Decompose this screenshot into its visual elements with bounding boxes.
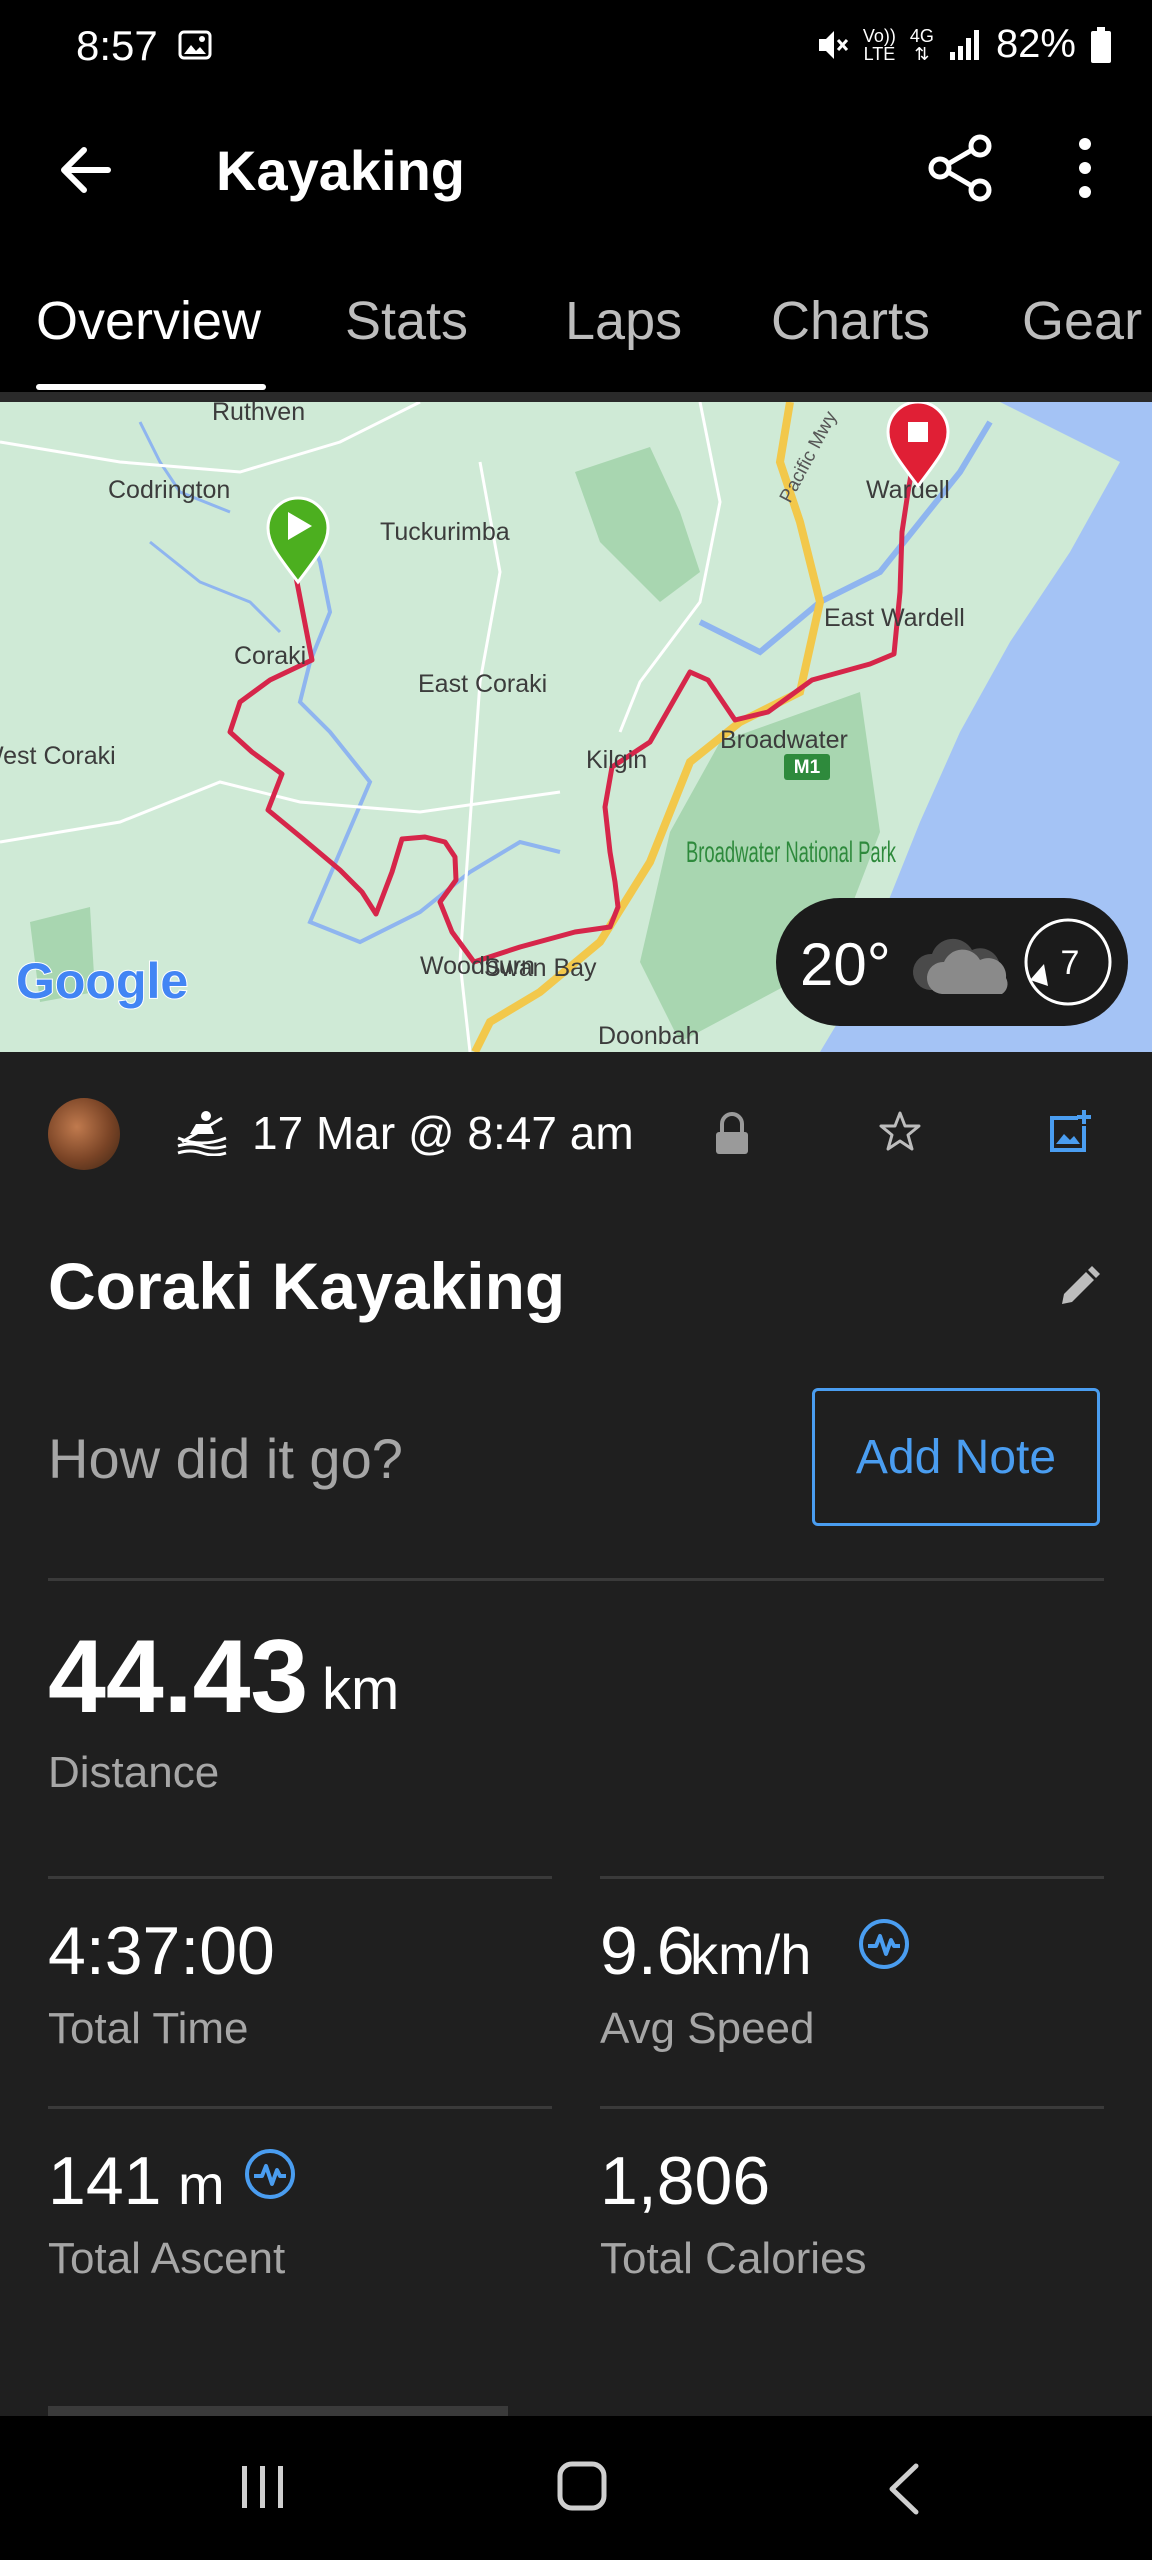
tab-laps[interactable]: Laps	[565, 290, 682, 352]
total-time-label: Total Time	[48, 2004, 249, 2053]
tab-gear[interactable]: Gear	[1022, 290, 1142, 352]
tab-stats[interactable]: Stats	[345, 290, 468, 352]
signal-icon	[949, 29, 979, 60]
total-ascent-value: 141	[48, 2143, 162, 2219]
divider	[48, 1876, 552, 1879]
map-label-broadwater-np: Broadwater National Park	[686, 836, 897, 869]
divider	[600, 1876, 1104, 1879]
distance-value: 44.43	[48, 1619, 309, 1735]
network-indicator: 4G ⇅	[910, 27, 934, 63]
map-label-wardell: Wardell	[866, 476, 950, 504]
google-logo: Google	[16, 953, 188, 1009]
total-time-value: 4:37:00	[48, 1913, 275, 1989]
map-label-ruthven: Ruthven	[212, 402, 305, 426]
map-label-codrington: Codrington	[108, 476, 230, 504]
note-prompt: How did it go?	[48, 1427, 403, 1490]
active-tab-indicator	[36, 384, 266, 390]
status-time: 8:57	[76, 22, 158, 69]
avg-speed-unit: km/h	[690, 1923, 812, 1986]
network-label: 4G	[909, 25, 934, 46]
total-ascent-unit: m	[178, 2153, 225, 2216]
kayak-icon	[177, 1111, 227, 1156]
data-arrows-icon: ⇅	[914, 43, 930, 64]
more-vert-icon[interactable]	[1060, 130, 1110, 206]
activity-details: 17 Mar @ 8:47 am Coraki Kayaking How did…	[0, 1052, 1152, 2416]
distance-unit: km	[322, 1657, 400, 1722]
gallery-icon	[178, 30, 212, 60]
weather-badge[interactable]: 20° 7	[776, 898, 1128, 1026]
activity-date: 17 Mar @ 8:47 am	[252, 1107, 634, 1159]
cloud-icon	[912, 938, 1008, 994]
add-photo-icon[interactable]	[1044, 1108, 1092, 1156]
total-ascent-label: Total Ascent	[48, 2234, 286, 2283]
volte-indicator: Vo)) LTE	[863, 27, 896, 63]
battery-percent: 82%	[995, 22, 1076, 66]
system-nav-bar	[0, 2416, 1152, 2560]
mute-icon	[818, 30, 849, 59]
add-note-button[interactable]: Add Note	[812, 1388, 1100, 1526]
tab-bar: Overview Stats Laps Charts Gear	[0, 240, 1152, 402]
wind-speed: 7	[1061, 944, 1080, 982]
recents-icon[interactable]	[236, 2462, 290, 2512]
back-arrow-icon[interactable]	[50, 134, 122, 206]
map-label-woodburn: Woodburn	[420, 952, 535, 980]
tab-bar-divider	[0, 392, 1152, 402]
activity-title: Coraki Kayaking	[48, 1249, 566, 1323]
avatar[interactable]	[48, 1098, 120, 1170]
map-label-kilgin: Kilgin	[586, 746, 647, 774]
lock-icon[interactable]	[712, 1112, 752, 1156]
avg-speed-label: Avg Speed	[600, 2004, 815, 2053]
edit-pencil-icon[interactable]	[1054, 1264, 1102, 1312]
page-title: Kayaking	[216, 139, 465, 202]
distance-label: Distance	[48, 1748, 220, 1797]
wind-direction-icon: 7	[1024, 918, 1112, 1006]
volte-label: Vo))	[862, 25, 896, 46]
battery-icon	[1091, 26, 1111, 63]
map-label-east-wardell: East Wardell	[824, 604, 965, 632]
map-label-east-coraki: East Coraki	[418, 670, 547, 698]
total-calories-label: Total Calories	[600, 2234, 867, 2283]
m1-label: M1	[794, 757, 821, 778]
app-bar: Kayaking	[0, 100, 1152, 240]
map-label-broadwater: Broadwater	[720, 726, 848, 754]
share-icon[interactable]	[922, 130, 998, 206]
avg-speed-value: 9.6	[600, 1913, 695, 1989]
device-sensor-icon[interactable]	[858, 1918, 910, 1970]
weather-temperature: 20°	[800, 931, 891, 998]
tab-charts[interactable]: Charts	[771, 290, 930, 352]
map-label-west-coraki: West Coraki	[0, 742, 116, 770]
star-icon[interactable]	[876, 1108, 924, 1156]
divider	[48, 2106, 552, 2109]
map-label-coraki: Coraki	[234, 642, 306, 670]
tab-overview[interactable]: Overview	[36, 290, 261, 352]
status-bar: 8:57 Vo)) LTE 4G ⇅ 82%	[0, 0, 1152, 100]
divider	[48, 1578, 1104, 1581]
divider	[600, 2106, 1104, 2109]
home-icon[interactable]	[556, 2458, 608, 2514]
map-label-tuckurimba: Tuckurimba	[380, 518, 510, 546]
lte-label: LTE	[863, 43, 896, 64]
back-icon[interactable]	[880, 2460, 930, 2518]
device-sensor-icon[interactable]	[244, 2148, 296, 2200]
next-section-peek	[48, 2406, 548, 2416]
map-label-doonbah: Doonbah	[598, 1022, 699, 1050]
total-calories-value: 1,806	[600, 2143, 771, 2219]
